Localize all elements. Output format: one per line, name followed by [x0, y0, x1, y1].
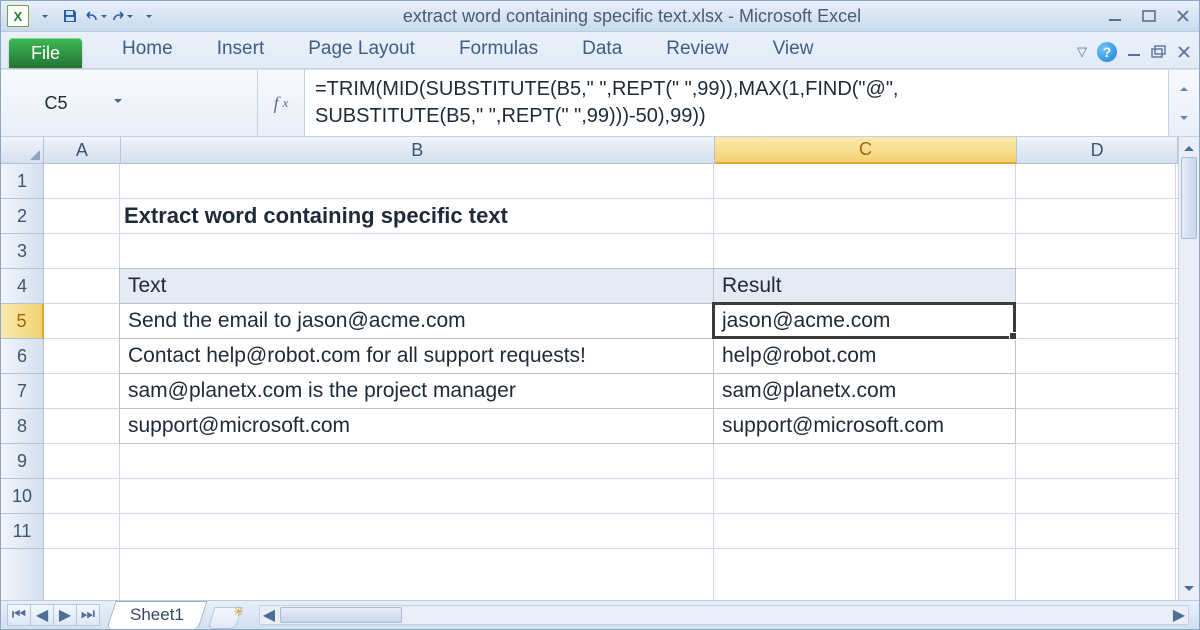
cancel-formula-icon[interactable]	[245, 94, 249, 112]
table-cell: sam@planetx.com	[714, 374, 1016, 409]
file-tab[interactable]: File	[9, 38, 82, 68]
ribbon-tabs: File Home Insert Page Layout Formulas Da…	[1, 32, 1199, 69]
next-sheet-icon[interactable]: ▶	[53, 604, 77, 626]
table-header: Result	[714, 269, 1016, 304]
table-cell: Send the email to jason@acme.com	[120, 304, 714, 339]
row-header-6[interactable]: 6	[1, 339, 43, 374]
insert-function-icon[interactable]: fx	[258, 70, 305, 136]
scroll-left-icon[interactable]: ◀	[260, 605, 278, 625]
name-box	[1, 70, 258, 136]
tab-page-layout[interactable]: Page Layout	[286, 34, 437, 68]
formula-scroll-up-icon[interactable]	[1169, 70, 1199, 103]
row-header-5[interactable]: 5	[1, 304, 44, 339]
table-cell: Contact help@robot.com for all support r…	[120, 339, 714, 374]
workbook-restore-icon[interactable]	[1151, 45, 1167, 59]
title-bar: extract word containing specific text.xl…	[1, 1, 1199, 32]
new-sheet-icon[interactable]	[207, 607, 242, 629]
row-header-8[interactable]: 8	[1, 409, 43, 444]
formula-scroll-down-icon[interactable]	[1169, 103, 1199, 136]
close-icon[interactable]	[1173, 8, 1193, 24]
column-headers: ABCD	[1, 137, 1178, 164]
row-header-4[interactable]: 4	[1, 269, 43, 304]
sheet-nav: ⏮ ◀ ▶ ⏭	[1, 604, 99, 626]
quick-access-toolbar	[7, 5, 159, 27]
scroll-up-icon[interactable]	[1179, 137, 1199, 155]
minimize-icon[interactable]	[1105, 8, 1125, 24]
table-row: Contact help@robot.com for all support r…	[120, 339, 1016, 374]
scroll-down-icon[interactable]	[1179, 582, 1199, 600]
column-header-A[interactable]: A	[44, 137, 121, 163]
qat-more-dropdown[interactable]	[137, 5, 159, 27]
scroll-right-icon[interactable]: ▶	[1170, 605, 1188, 625]
row-headers: 1234567891011	[1, 164, 44, 600]
sheet-tabs: Sheet1	[111, 601, 239, 629]
name-box-input[interactable]	[9, 92, 103, 115]
select-all-corner[interactable]	[1, 137, 44, 163]
excel-icon[interactable]	[7, 5, 29, 27]
tab-view[interactable]: View	[751, 34, 836, 68]
row-header-11[interactable]: 11	[1, 514, 43, 549]
first-sheet-icon[interactable]: ⏮	[7, 604, 31, 626]
cells-grid[interactable]: Extract word containing specific text Tex…	[44, 164, 1178, 600]
column-header-D[interactable]: D	[1017, 137, 1178, 163]
sheet-tab-label: Sheet1	[130, 605, 184, 625]
undo-icon[interactable]	[85, 5, 107, 27]
column-header-C[interactable]: C	[715, 137, 1017, 164]
window-title: extract word containing specific text.xl…	[167, 6, 1097, 27]
save-icon[interactable]	[59, 5, 81, 27]
help-icon[interactable]: ?	[1097, 42, 1117, 62]
row-header-1[interactable]: 1	[1, 164, 43, 199]
table-cell: sam@planetx.com is the project manager	[120, 374, 714, 409]
table-row: support@microsoft.comsupport@microsoft.c…	[120, 409, 1016, 444]
tab-home[interactable]: Home	[100, 34, 195, 68]
sheet-tab-sheet1[interactable]: Sheet1	[106, 601, 207, 629]
workbook-minimize-icon[interactable]	[1127, 46, 1141, 58]
tab-insert[interactable]: Insert	[195, 34, 287, 68]
table-cell: help@robot.com	[714, 339, 1016, 374]
row-header-9[interactable]: 9	[1, 444, 43, 479]
row-header-2[interactable]: 2	[1, 199, 43, 234]
worksheet-heading: Extract word containing specific text	[124, 203, 508, 229]
table-cell: support@microsoft.com	[714, 409, 1016, 444]
column-header-B[interactable]: B	[121, 137, 715, 163]
formula-bar: fx =TRIM(MID(SUBSTITUTE(B5," ",REPT(" ",…	[1, 69, 1199, 137]
prev-sheet-icon[interactable]: ◀	[30, 604, 54, 626]
tab-review[interactable]: Review	[644, 34, 750, 68]
maximize-icon[interactable]	[1139, 8, 1159, 24]
row-header-3[interactable]: 3	[1, 234, 43, 269]
table-cell: jason@acme.com	[714, 304, 1016, 339]
horizontal-scroll-thumb[interactable]	[280, 607, 402, 623]
name-box-dropdown[interactable]	[111, 96, 125, 110]
table-header: Text	[120, 269, 714, 304]
data-table: TextResultSend the email to jason@acme.c…	[119, 268, 1016, 444]
excel-window: extract word containing specific text.xl…	[0, 0, 1200, 630]
formula-bar-expand	[1168, 70, 1199, 136]
table-row: sam@planetx.com is the project managersa…	[120, 374, 1016, 409]
redo-icon[interactable]	[111, 5, 133, 27]
qat-customize-dropdown[interactable]	[33, 5, 55, 27]
workbook-close-icon[interactable]	[1177, 45, 1191, 59]
row-header-10[interactable]: 10	[1, 479, 43, 514]
worksheet-area: ABCD 1234567891011 Extract word containi…	[1, 137, 1199, 600]
table-row: Send the email to jason@acme.comjason@ac…	[120, 304, 1016, 339]
formula-input[interactable]: =TRIM(MID(SUBSTITUTE(B5," ",REPT(" ",99)…	[305, 70, 1168, 136]
tab-formulas[interactable]: Formulas	[437, 34, 560, 68]
status-bar: ⏮ ◀ ▶ ⏭ Sheet1 ◀ ▶	[1, 600, 1199, 629]
vertical-scroll-thumb[interactable]	[1181, 157, 1197, 239]
last-sheet-icon[interactable]: ⏭	[76, 604, 100, 626]
table-cell: support@microsoft.com	[120, 409, 714, 444]
tab-data[interactable]: Data	[560, 34, 644, 68]
vertical-scrollbar[interactable]	[1178, 137, 1199, 600]
ribbon-minimize-icon[interactable]: ▽	[1077, 44, 1087, 60]
window-controls	[1105, 8, 1193, 24]
horizontal-scrollbar[interactable]: ◀ ▶	[259, 605, 1189, 625]
row-header-7[interactable]: 7	[1, 374, 43, 409]
